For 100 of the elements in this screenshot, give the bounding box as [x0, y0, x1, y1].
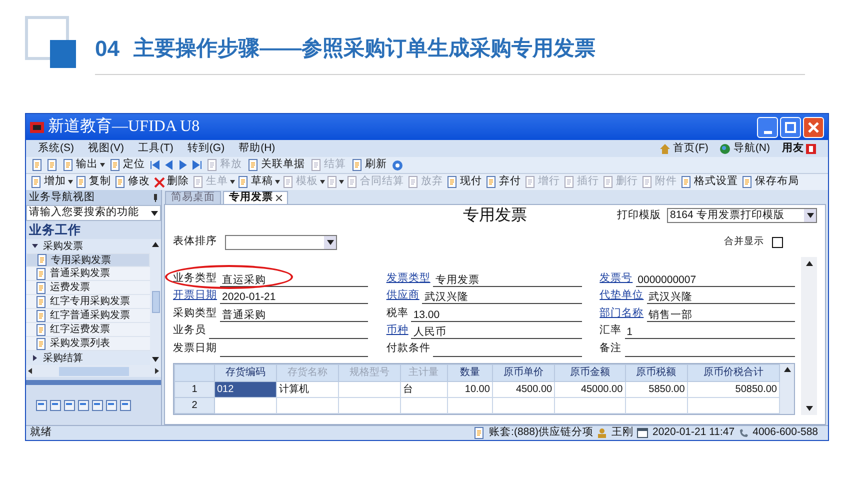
- module-icon[interactable]: [120, 400, 131, 410]
- nav-link[interactable]: 首页(F): [660, 140, 708, 156]
- toolbar-icon[interactable]: [32, 159, 43, 171]
- tree-item[interactable]: 采购发票列表: [26, 337, 150, 351]
- input-field[interactable]: 销售一部: [646, 308, 795, 322]
- input-field[interactable]: 0000000007: [636, 272, 795, 286]
- caret-icon: [152, 357, 159, 362]
- document-icon: [36, 282, 47, 294]
- tree-folder[interactable]: 采购结算: [26, 351, 150, 365]
- input-field[interactable]: 武汉兴隆: [646, 290, 795, 304]
- input-field[interactable]: 1: [624, 325, 795, 339]
- scrollbar[interactable]: [780, 364, 794, 414]
- document-icon: [36, 338, 47, 350]
- column-header: 原币单价: [492, 364, 555, 381]
- tab[interactable]: 专用发票: [223, 191, 288, 204]
- toolbar-button[interactable]: 删除: [153, 174, 190, 190]
- toolbar-button[interactable]: 修改: [114, 174, 151, 190]
- module-icon[interactable]: [92, 400, 103, 410]
- phone-icon: [738, 428, 749, 438]
- document-icon: [474, 427, 486, 439]
- arrow-icon[interactable]: [178, 160, 188, 170]
- toolbar-button[interactable]: 复制: [75, 174, 112, 190]
- menu-item[interactable]: 转到(G): [187, 140, 225, 156]
- menu-item[interactable]: 视图(V): [88, 140, 124, 156]
- toolbar-button[interactable]: 刷新: [351, 157, 388, 173]
- document-icon: [36, 296, 47, 308]
- tree-item[interactable]: 红字普通采购发票: [26, 309, 150, 323]
- dropdown-icon[interactable]: [68, 180, 73, 184]
- maximize-button[interactable]: [780, 116, 801, 138]
- slide-title: 主要操作步骤——参照采购订单生成采购专用发票: [133, 36, 596, 62]
- dropdown-icon[interactable]: [100, 163, 105, 167]
- input-field[interactable]: 2020-01-21: [220, 290, 368, 304]
- close-button[interactable]: [803, 116, 824, 138]
- expanded-icon: [32, 243, 38, 249]
- module-icon[interactable]: [64, 400, 75, 410]
- input-field[interactable]: 人民币: [411, 325, 582, 339]
- tree-item[interactable]: 红字专用采购发票: [26, 295, 150, 309]
- input-field[interactable]: 专用发票: [433, 272, 582, 286]
- module-icon[interactable]: [36, 400, 47, 410]
- field-label: 业务类型: [173, 270, 217, 286]
- row-number: 2: [174, 397, 214, 413]
- tree-item[interactable]: 普通采购发票: [26, 267, 150, 281]
- document-icon: [207, 159, 218, 171]
- help-icon[interactable]: [392, 160, 403, 170]
- toolbar-button[interactable]: 增加: [30, 174, 67, 190]
- menu-item[interactable]: 系统(S): [38, 140, 74, 156]
- document-icon: [347, 176, 358, 188]
- arrow-icon[interactable]: [164, 160, 174, 170]
- toolbar-button[interactable]: 保存布局: [741, 174, 800, 190]
- table-cell: 50850.00: [687, 381, 780, 397]
- arrow-icon[interactable]: [150, 160, 160, 170]
- scrollbar[interactable]: [150, 239, 161, 365]
- table-cell: [400, 397, 448, 413]
- toolbar-icon[interactable]: [47, 159, 58, 171]
- field-label: 代垫单位: [600, 288, 644, 304]
- document-icon: [115, 176, 126, 188]
- field-label: 付款条件: [386, 340, 430, 356]
- field-label: 供应商: [386, 288, 420, 304]
- calendar-icon: [637, 428, 648, 438]
- tree-folder[interactable]: 采购发票: [26, 239, 150, 253]
- table-cell: [338, 397, 400, 413]
- input-field[interactable]: 13.00: [411, 308, 582, 322]
- input-field[interactable]: 普通采购: [220, 308, 368, 322]
- module-icon[interactable]: [50, 400, 61, 410]
- checkbox[interactable]: [772, 236, 783, 248]
- minimize-button[interactable]: [757, 116, 778, 138]
- template-dropdown[interactable]: 8164 专用发票打印模版: [667, 208, 817, 224]
- status-text: 2020-01-21 11:47: [652, 425, 735, 440]
- toolbar-button[interactable]: 现付: [446, 174, 483, 190]
- field-label: 发票号: [600, 270, 633, 286]
- toolbar-button[interactable]: 关联单据: [247, 157, 306, 173]
- input-field[interactable]: 直运采购: [220, 272, 368, 286]
- document-icon: [36, 310, 47, 322]
- caret-icon: [152, 242, 159, 247]
- arrow-icon[interactable]: [192, 160, 202, 170]
- toolbar-button[interactable]: 定位: [109, 157, 146, 173]
- menu-item[interactable]: 工具(T): [138, 140, 174, 156]
- scrollbar[interactable]: [801, 257, 817, 414]
- sort-dropdown[interactable]: [225, 234, 337, 250]
- toolbar-button[interactable]: 草稿: [237, 174, 274, 190]
- toolbar-button[interactable]: 格式设置: [680, 174, 739, 190]
- menu-item[interactable]: 帮助(H): [238, 140, 276, 156]
- input-field[interactable]: 武汉兴隆: [422, 290, 582, 304]
- document-icon: [327, 176, 338, 188]
- field-label: 税率: [386, 306, 408, 321]
- search-dropdown[interactable]: 请输入您要搜索的功能: [26, 205, 161, 221]
- document-icon: [76, 176, 87, 188]
- scrollbar-thumb[interactable]: [152, 291, 160, 313]
- nav-link[interactable]: 导航(N): [720, 140, 770, 156]
- module-icon[interactable]: [78, 400, 89, 410]
- tree-item[interactable]: 专用采购发票: [26, 253, 150, 267]
- toolbar-button[interactable]: 输出: [62, 157, 99, 173]
- tree-item[interactable]: 运费发票: [26, 281, 150, 295]
- toolbar-button[interactable]: 弃付: [485, 174, 522, 190]
- horizontal-scrollbar[interactable]: [26, 365, 161, 377]
- dropdown-icon[interactable]: [275, 180, 280, 184]
- tree-item[interactable]: 红字运费发票: [26, 323, 150, 337]
- scrollbar-thumb[interactable]: [58, 366, 128, 376]
- module-icon[interactable]: [106, 400, 117, 410]
- tab[interactable]: 简易桌面: [165, 191, 221, 204]
